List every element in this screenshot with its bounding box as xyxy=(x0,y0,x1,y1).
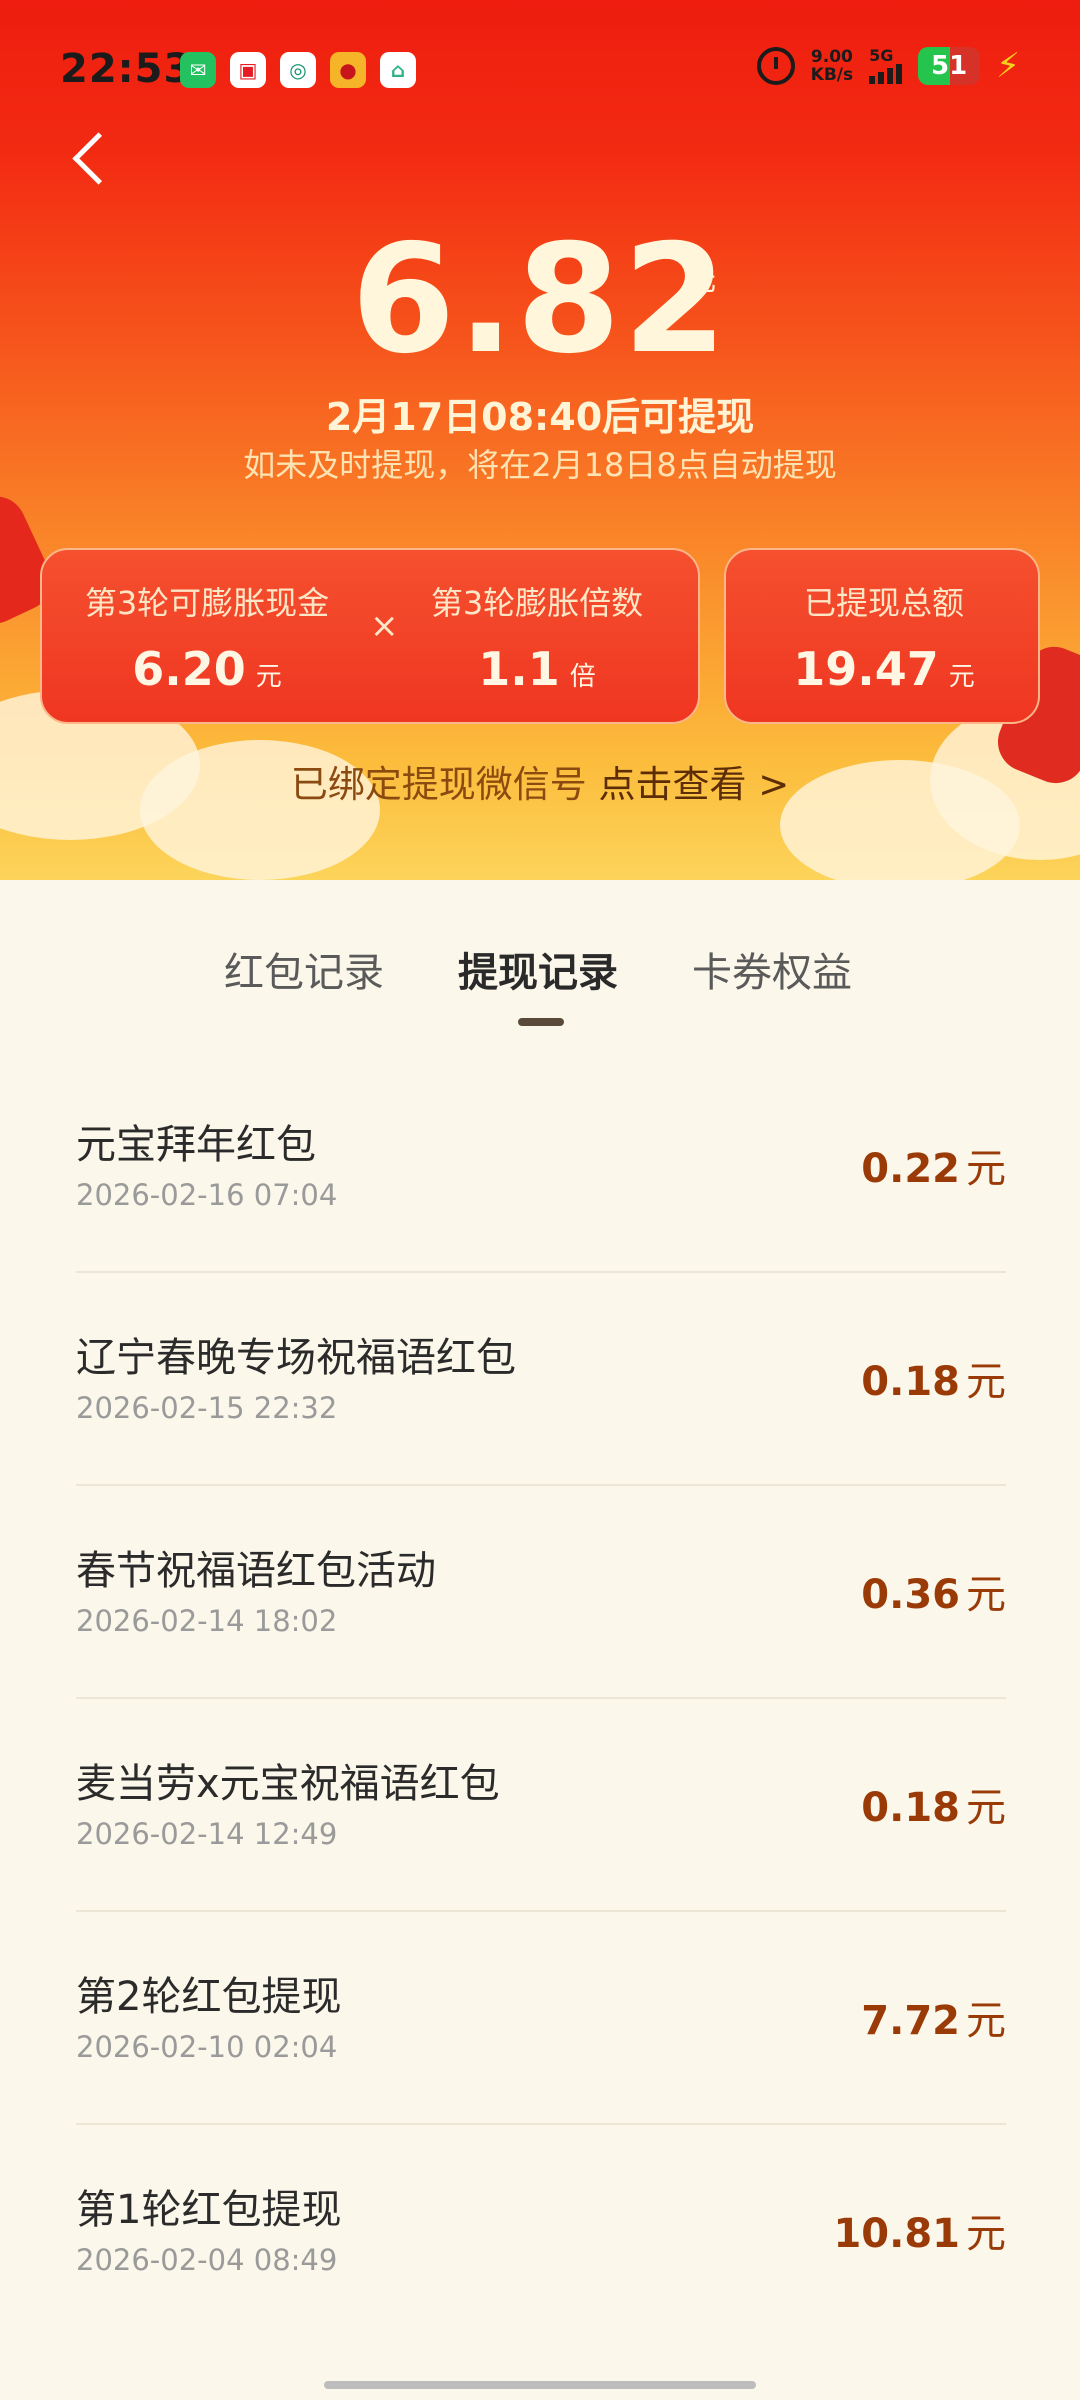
inflation-multiplier: 第3轮膨胀倍数 1.1 倍 xyxy=(430,584,644,696)
withdrawn-total: 已提现总额 19.47 元 xyxy=(793,584,975,696)
bound-wechat-text: 已绑定提现微信号 xyxy=(290,763,587,806)
record-amount: 0.22 元 xyxy=(861,1146,1006,1192)
inflation-card: 第3轮可膨胀现金 6.20 元 × 第3轮膨胀倍数 1.1 倍 xyxy=(40,548,700,724)
record-title: 元宝拜年红包 xyxy=(76,1122,316,1168)
amount-unit: 元 xyxy=(686,263,716,298)
view-link[interactable]: 点击查看 > xyxy=(599,763,790,806)
amount-value: 6.82 xyxy=(350,213,730,387)
withdraw-available-time: 2月17日08:40后可提现 xyxy=(325,395,755,439)
record-amount: 7.72 元 xyxy=(861,1998,1006,2044)
withdraw-record-list: 元宝拜年红包 2026-02-16 07:04 0.22 元 辽宁春晚专场祝福语红… xyxy=(76,1060,1006,2336)
battery-icon: 51 xyxy=(918,47,981,85)
record-date: 2026-02-15 22:32 xyxy=(76,1391,338,1425)
record-date: 2026-02-14 12:49 xyxy=(76,1817,338,1851)
withdrawn-total-card: 已提现总额 19.47 元 xyxy=(724,548,1040,724)
status-bar: 22:53 ✉ ▣ ◎ ● ⌂ 9.00 KB/s 5G 51 ⚡ xyxy=(0,0,1080,140)
record-date: 2026-02-16 07:04 xyxy=(76,1178,338,1212)
record-title: 辽宁春晚专场祝福语红包 xyxy=(76,1335,516,1381)
home-app-icon: ⌂ xyxy=(380,52,416,88)
charging-icon: ⚡ xyxy=(996,46,1020,86)
tab-coupon-benefits[interactable]: 卡券权益 xyxy=(692,940,852,998)
list-item[interactable]: 麦当劳x元宝祝福语红包 2026-02-14 12:49 0.18 元 xyxy=(76,1699,1006,1912)
list-item[interactable]: 第1轮红包提现 2026-02-04 08:49 10.81 元 xyxy=(76,2125,1006,2336)
list-item[interactable]: 辽宁春晚专场祝福语红包 2026-02-15 22:32 0.18 元 xyxy=(76,1273,1006,1486)
record-amount: 10.81 元 xyxy=(833,2211,1006,2257)
weibo-icon: ● xyxy=(330,52,366,88)
active-tab-indicator xyxy=(518,1018,564,1026)
balance-amount: 6.82 元 xyxy=(0,225,1080,375)
record-amount: 0.36 元 xyxy=(861,1572,1006,1618)
record-amount: 0.18 元 xyxy=(861,1359,1006,1405)
header-banner: 22:53 ✉ ▣ ◎ ● ⌂ 9.00 KB/s 5G 51 ⚡ 6.82 元… xyxy=(0,0,1080,880)
status-time: 22:53 xyxy=(60,46,193,92)
home-indicator[interactable] xyxy=(324,2381,756,2389)
record-date: 2026-02-14 18:02 xyxy=(76,1604,338,1638)
shop-icon: ▣ xyxy=(230,52,266,88)
tab-red-packet-records[interactable]: 红包记录 xyxy=(224,940,384,998)
bank-icon: ◎ xyxy=(280,52,316,88)
wechat-icon: ✉ xyxy=(180,52,216,88)
list-item[interactable]: 春节祝福语红包活动 2026-02-14 18:02 0.36 元 xyxy=(76,1486,1006,1699)
record-date: 2026-02-10 02:04 xyxy=(76,2030,338,2064)
back-icon[interactable] xyxy=(72,132,125,185)
status-right: 9.00 KB/s 5G 51 ⚡ xyxy=(756,46,1020,86)
record-title: 第1轮红包提现 xyxy=(76,2187,342,2233)
record-tabs: 红包记录 提现记录 卡券权益 xyxy=(0,940,1080,1040)
tab-withdraw-records[interactable]: 提现记录 xyxy=(458,940,618,998)
record-title: 第2轮红包提现 xyxy=(76,1974,342,2020)
alarm-icon xyxy=(756,47,795,85)
record-amount: 0.18 元 xyxy=(861,1785,1006,1831)
record-title: 春节祝福语红包活动 xyxy=(76,1548,436,1594)
record-title: 麦当劳x元宝祝福语红包 xyxy=(76,1761,500,1807)
network-speed: 9.00 KB/s xyxy=(810,47,854,85)
notification-icons: ✉ ▣ ◎ ● ⌂ xyxy=(180,52,416,88)
list-item[interactable]: 元宝拜年红包 2026-02-16 07:04 0.22 元 xyxy=(76,1060,1006,1273)
record-date: 2026-02-04 08:49 xyxy=(76,2243,338,2277)
list-item[interactable]: 第2轮红包提现 2026-02-10 02:04 7.72 元 xyxy=(76,1912,1006,2125)
inflatable-cash: 第3轮可膨胀现金 6.20 元 xyxy=(84,584,330,696)
bound-wechat-row[interactable]: 已绑定提现微信号 点击查看 > xyxy=(0,754,1080,808)
multiply-sign: × xyxy=(370,606,399,646)
auto-withdraw-note: 如未及时提现，将在2月18日8点自动提现 xyxy=(243,446,837,484)
signal-icon: 5G xyxy=(869,46,903,84)
